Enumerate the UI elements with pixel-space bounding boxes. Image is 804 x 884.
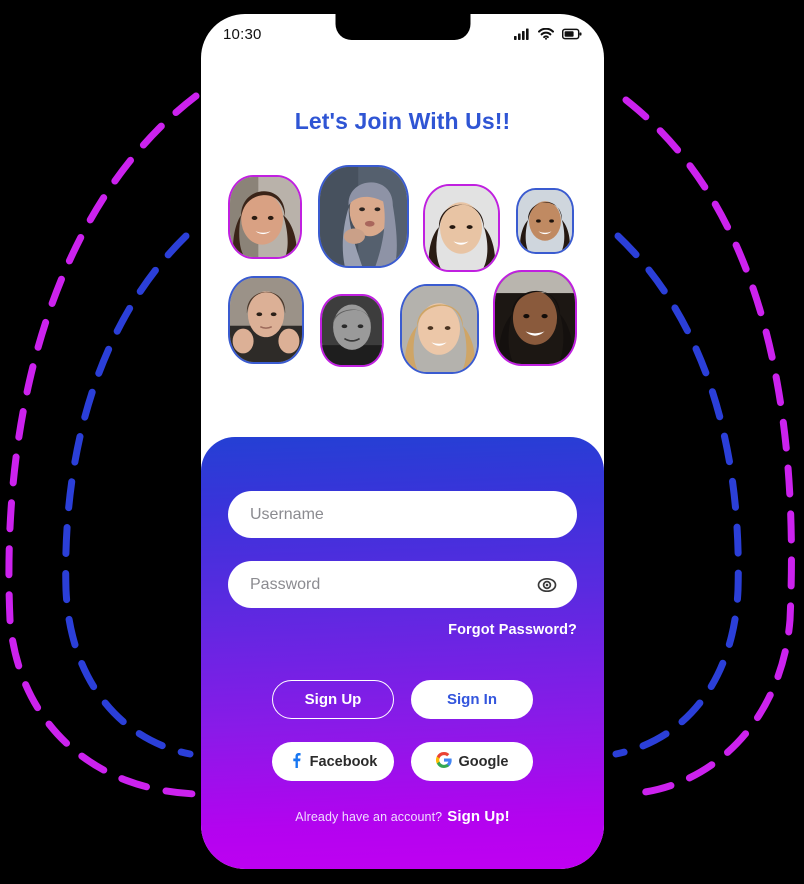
username-field[interactable] <box>228 491 577 538</box>
avatar-4-image <box>518 190 572 252</box>
avatar-8-image <box>495 272 575 364</box>
password-input[interactable] <box>250 561 555 608</box>
avatar-5[interactable] <box>228 276 304 364</box>
facebook-icon <box>289 752 303 772</box>
username-input[interactable] <box>250 491 555 538</box>
google-button[interactable]: Google <box>411 742 533 781</box>
arc-inner-left <box>62 232 194 758</box>
sign-up-button[interactable]: Sign Up <box>272 680 394 719</box>
social-button-row: Facebook Google <box>228 742 577 781</box>
avatar-3-image <box>425 186 498 270</box>
facebook-button[interactable]: Facebook <box>272 742 394 781</box>
google-label: Google <box>458 753 509 770</box>
wifi-icon <box>538 28 554 40</box>
footer-signup-link[interactable]: Sign Up! <box>447 808 509 825</box>
avatar-6[interactable] <box>320 294 384 367</box>
status-icon-group <box>514 28 582 40</box>
status-time: 10:30 <box>223 25 262 43</box>
avatar-2[interactable] <box>318 165 409 268</box>
arc-outer-right <box>622 96 795 798</box>
eye-icon[interactable] <box>537 575 557 595</box>
auth-button-row: Sign Up Sign In <box>228 680 577 719</box>
footer-prompt: Already have an account? Sign Up! <box>228 808 577 825</box>
avatar-8[interactable] <box>493 270 577 366</box>
password-field[interactable] <box>228 561 577 608</box>
avatar-7[interactable] <box>400 284 479 374</box>
avatar-1[interactable] <box>228 175 302 259</box>
phone-mockup: 10:30 Let's Join With Us!! Username Pass… <box>201 14 604 869</box>
avatar-3[interactable] <box>423 184 500 272</box>
sign-in-button[interactable]: Sign In <box>411 680 533 719</box>
battery-icon <box>562 28 582 40</box>
avatar-cluster <box>201 162 604 392</box>
arc-inner-right <box>612 232 742 758</box>
phone-notch <box>335 14 470 40</box>
page-title: Let's Join With Us!! <box>294 108 511 134</box>
avatar-6-image <box>322 296 382 365</box>
signal-icon <box>514 28 530 40</box>
auth-card: Forgot Password? Sign Up Sign In Faceboo… <box>201 437 604 869</box>
screenshot-root: 10:30 Let's Join With Us!! Username Pass… <box>0 0 804 884</box>
avatar-5-image <box>230 278 302 362</box>
forgot-password-link[interactable]: Forgot Password? <box>228 622 577 638</box>
google-icon <box>435 751 452 772</box>
footer-prompt-text: Already have an account? <box>295 810 443 824</box>
arc-outer-left <box>5 92 200 798</box>
avatar-2-image <box>320 167 407 266</box>
avatar-1-image <box>230 177 300 257</box>
avatar-4[interactable] <box>516 188 574 254</box>
facebook-label: Facebook <box>309 753 378 770</box>
avatar-7-image <box>402 286 477 372</box>
